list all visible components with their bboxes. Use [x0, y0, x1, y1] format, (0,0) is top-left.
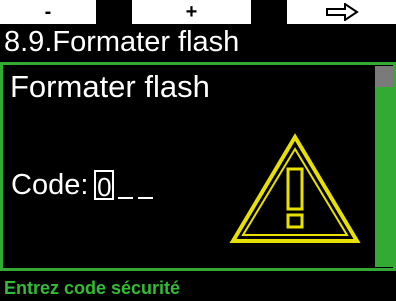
format-flash-panel: Formater flash Code: 0 — [0, 62, 396, 271]
scrollbar[interactable] — [375, 66, 393, 267]
code-digit-1[interactable]: 0 — [94, 170, 115, 202]
right-arrow-icon — [325, 3, 359, 21]
footer-hint: Entrez code sécurité — [4, 278, 181, 298]
increase-button[interactable]: + — [132, 0, 251, 24]
code-digit-2[interactable] — [118, 169, 134, 199]
security-code-row: Code: 0 — [11, 167, 158, 203]
panel-heading: Formater flash — [10, 69, 210, 104]
code-label: Code: — [11, 168, 89, 201]
page-title: 8.9.Formater flash — [4, 26, 240, 58]
scroll-thumb[interactable] — [375, 66, 393, 87]
warning-triangle-icon — [229, 133, 361, 243]
softkey-bar: - + — [0, 0, 396, 24]
next-button[interactable] — [287, 0, 396, 24]
decrease-label: - — [44, 1, 52, 23]
decrease-button[interactable]: - — [0, 0, 96, 24]
code-digit-3[interactable] — [138, 169, 154, 199]
increase-label: + — [185, 1, 198, 23]
